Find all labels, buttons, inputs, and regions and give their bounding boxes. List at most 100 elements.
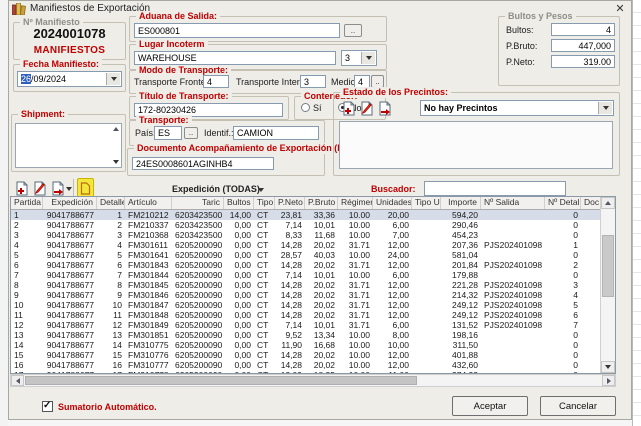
table-cell: CT — [254, 270, 275, 280]
table-row[interactable]: 790417886777FM30184462052000900,00CT7,14… — [11, 270, 615, 280]
column-header[interactable]: Importe — [441, 197, 481, 209]
table-cell: 2 — [97, 220, 125, 230]
fecha-dropdown-button[interactable] — [106, 73, 120, 85]
table-cell: CT — [254, 300, 275, 310]
transporte-frontera-input[interactable]: 4 — [203, 75, 229, 88]
table-cell: 9041788677 — [43, 310, 97, 320]
column-header[interactable]: Taric — [172, 197, 224, 209]
column-header[interactable]: Unidades — [373, 197, 412, 209]
table-cell: 0 — [545, 360, 581, 370]
shipment-textarea[interactable] — [15, 123, 122, 168]
table-cell: 10 — [97, 300, 125, 310]
table-row[interactable]: 10904178867710FM30184762052000900,00CT14… — [11, 300, 615, 310]
column-header[interactable]: P.Bruto — [305, 197, 338, 209]
incoterm-combo-button[interactable] — [361, 52, 375, 64]
column-header[interactable]: Nº Detalle — [545, 197, 581, 209]
table-row[interactable]: 290417886772FM21033762034235000,00CT7,14… — [11, 220, 615, 230]
add-line-icon[interactable] — [13, 180, 29, 196]
table-cell: 23,81 — [275, 210, 305, 220]
fecha-manifiesto-input[interactable]: 26/09/2024 — [17, 71, 122, 87]
column-header[interactable]: Doc \ — [581, 197, 601, 209]
precinto-delete-icon[interactable] — [376, 100, 392, 116]
table-cell — [412, 210, 441, 220]
column-header[interactable]: Partida — [11, 197, 43, 209]
precintos-listbox[interactable] — [339, 121, 613, 169]
table-row[interactable]: 390417886773FM21036862034235000,00CT8,33… — [11, 230, 615, 240]
scroll-left-button[interactable] — [11, 375, 24, 386]
table-cell: 0,00 — [224, 220, 254, 230]
identif-input[interactable]: CAMION — [233, 126, 319, 140]
lugar-incoterm-input[interactable]: WAREHOUSE — [134, 51, 336, 65]
table-row[interactable]: 13904178867713FM30185162052000900,00CT9,… — [11, 330, 615, 340]
scroll-down-icon[interactable] — [113, 160, 119, 164]
table-cell: FM301851 — [125, 330, 172, 340]
close-icon[interactable]: ✕ — [612, 2, 628, 16]
table-cell: FM310776 — [125, 350, 172, 360]
sumatorio-checkbox[interactable] — [42, 401, 53, 412]
column-header[interactable]: Nº Salida — [481, 197, 545, 209]
dae-input[interactable]: 24ES0008601AGINHB4 — [132, 157, 274, 170]
bultos-input[interactable]: 4 — [551, 23, 615, 36]
table-row[interactable]: 11904178867711FM30184862052000900,00CT14… — [11, 310, 615, 320]
buscador-input[interactable] — [424, 181, 566, 196]
table-row[interactable]: 15904178867715FM31077662052000900,00CT14… — [11, 350, 615, 360]
copy-manifest-icon[interactable] — [77, 178, 94, 198]
radio-contenedor-si[interactable] — [301, 103, 310, 112]
edit-line-icon[interactable] — [31, 180, 47, 196]
horizontal-scrollbar[interactable] — [10, 374, 616, 387]
aceptar-button[interactable]: Aceptar — [452, 396, 528, 416]
pneto-input[interactable]: 319.00 — [551, 55, 615, 68]
table-cell: 179,88 — [441, 270, 481, 280]
table-cell: 9 — [97, 290, 125, 300]
column-header[interactable]: Régimen — [338, 197, 373, 209]
scroll-up-button[interactable] — [601, 197, 615, 209]
column-header[interactable]: Artículo — [125, 197, 172, 209]
table-cell — [412, 220, 441, 230]
incoterm-combo[interactable]: 3 — [341, 50, 377, 66]
pbruto-input[interactable]: 447,000 — [551, 39, 615, 52]
table-cell — [481, 210, 545, 220]
pais-browse-button[interactable]: .. — [184, 127, 198, 139]
table-row[interactable]: 690417886776FM30184362052000900,00CT14,2… — [11, 260, 615, 270]
table-cell: FM301847 — [125, 300, 172, 310]
table-cell: 0,00 — [224, 330, 254, 340]
column-header[interactable]: Bultos — [224, 197, 254, 209]
table-row[interactable]: 890417886778FM30184562052000900,00CT14,2… — [11, 280, 615, 290]
precintos-combo-button[interactable] — [598, 102, 612, 114]
aduana-browse-button[interactable]: .. — [344, 24, 362, 37]
table-row[interactable]: 190417886771FM210212620342350014,00CT23,… — [11, 210, 615, 220]
expedicion-dropdown-icon[interactable] — [258, 188, 264, 192]
vertical-scrollbar[interactable] — [600, 197, 615, 373]
table-row[interactable]: 590417886775FM30164162052000900,00CT28,5… — [11, 250, 615, 260]
scroll-right-button[interactable] — [602, 375, 615, 386]
table-cell: 14,28 — [275, 360, 305, 370]
table-row[interactable]: 490417886774FM30161162052000900,00CT14,2… — [11, 240, 615, 250]
precinto-edit-icon[interactable] — [358, 100, 374, 116]
scroll-up-icon[interactable] — [113, 127, 119, 131]
table-cell: 6205200090 — [172, 350, 224, 360]
scroll-down-button[interactable] — [601, 361, 615, 373]
table-row[interactable]: 12904178867712FM30184962052000900,00CT7,… — [11, 320, 615, 330]
column-header[interactable]: Tipo Un — [412, 197, 441, 209]
table-row[interactable]: 990417886779FM30184662052000900,00CT14,2… — [11, 290, 615, 300]
column-header[interactable]: P.Neto — [275, 197, 305, 209]
vertical-scroll-thumb[interactable] — [602, 235, 614, 297]
column-header[interactable]: Expedición — [43, 197, 97, 209]
cancelar-button[interactable]: Cancelar — [540, 396, 616, 416]
horizontal-scroll-thumb[interactable] — [25, 376, 417, 385]
expedicion-filter[interactable]: Expedición (TODAS) — [172, 184, 260, 194]
table-row[interactable]: 14904178867714FM31077562052000900,00CT11… — [11, 340, 615, 350]
line-actions-dropdown-icon[interactable] — [66, 187, 72, 191]
column-header[interactable]: Tipo — [254, 197, 275, 209]
column-header[interactable]: Detalle — [97, 197, 125, 209]
table-row[interactable]: 16904178867716FM31077762052000900,00CT14… — [11, 360, 615, 370]
aduana-salida-input[interactable]: ES000801 — [134, 23, 340, 38]
precintos-combo[interactable]: No hay Precintos — [420, 100, 614, 116]
table-cell: PJS202401098 — [481, 300, 545, 310]
transporte-interior-input[interactable]: 3 — [300, 75, 326, 88]
table-cell: 9041788677 — [43, 240, 97, 250]
delete-line-icon[interactable] — [49, 180, 65, 196]
pais-input[interactable]: ES — [154, 126, 182, 140]
precinto-add-icon[interactable] — [340, 100, 356, 116]
table-cell: 14,28 — [275, 290, 305, 300]
